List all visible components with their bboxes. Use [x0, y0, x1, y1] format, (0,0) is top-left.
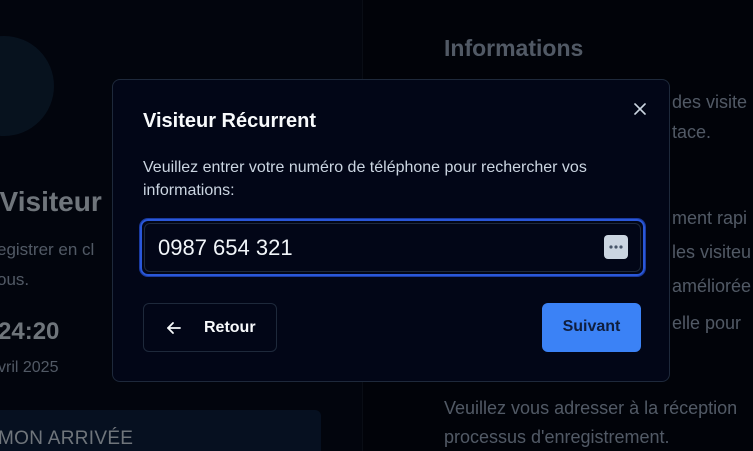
page: , Visiteur egistrer en cl ous. 24:20 vri…	[0, 0, 753, 451]
dialog-title: Visiteur Récurrent	[143, 110, 317, 132]
close-icon	[634, 103, 646, 115]
phone-input-focus-ring	[140, 219, 645, 276]
phone-input[interactable]	[144, 223, 641, 272]
dialog-description: Veuillez entrer votre numéro de téléphon…	[143, 159, 587, 199]
back-button-label: Retour	[204, 319, 256, 336]
next-button-label: Suivant	[562, 318, 621, 335]
password-manager-icon[interactable]	[604, 235, 628, 259]
next-button[interactable]: Suivant	[542, 303, 641, 352]
arrow-left-icon	[167, 322, 181, 334]
close-button[interactable]	[629, 98, 651, 120]
dots-icon	[609, 245, 623, 249]
back-button[interactable]: Retour	[143, 303, 277, 352]
returning-visitor-dialog: Visiteur Récurrent Veuillez entrer votre…	[112, 79, 670, 382]
